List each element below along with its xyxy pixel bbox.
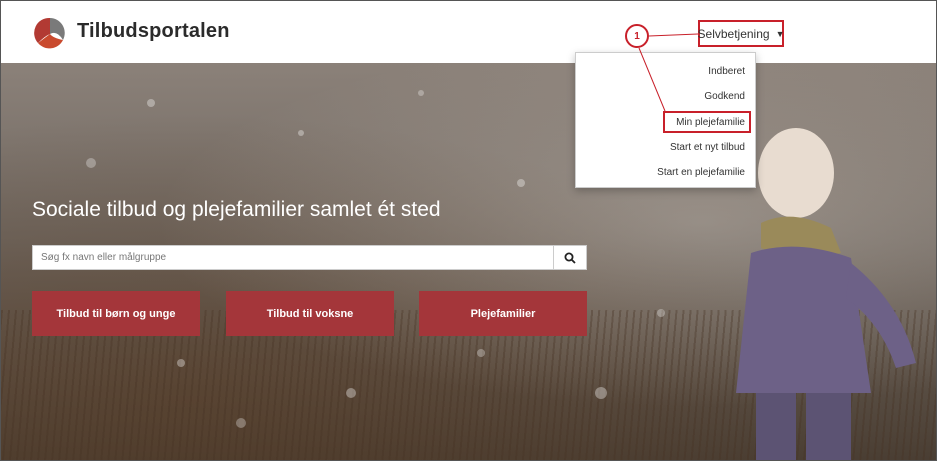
menu-item-godkend[interactable]: Godkend — [704, 91, 745, 102]
search-button[interactable] — [553, 246, 586, 269]
menu-item-start-plejefamilie[interactable]: Start en plejefamilie — [657, 167, 745, 178]
button-plejefamilier[interactable]: Plejefamilier — [419, 291, 587, 336]
button-tilbud-boern-unge[interactable]: Tilbud til børn og unge — [32, 291, 200, 336]
search-bar — [32, 245, 587, 270]
browser-page: Sociale tilbud og plejefamilier samlet é… — [0, 0, 937, 461]
highlight-box-min-plejefamilie — [663, 111, 751, 133]
hero-title: Sociale tilbud og plejefamilier samlet é… — [32, 198, 441, 221]
menu-item-start-nyt-tilbud[interactable]: Start et nyt tilbud — [670, 142, 745, 153]
search-icon — [564, 252, 576, 264]
header: Tilbudsportalen Selvbetjening ▼ — [1, 1, 936, 63]
tilbudsportalen-logo-icon[interactable] — [33, 16, 67, 50]
selvbetjening-button[interactable]: Selvbetjening ▼ — [697, 20, 785, 47]
selvbetjening-label: Selvbetjening — [697, 26, 770, 41]
menu-item-indberet[interactable]: Indberet — [708, 66, 745, 77]
search-input[interactable] — [33, 246, 553, 269]
caret-down-icon: ▼ — [775, 28, 785, 39]
button-tilbud-voksne[interactable]: Tilbud til voksne — [226, 291, 394, 336]
callout-step-badge: 1 — [625, 24, 649, 48]
brand-name[interactable]: Tilbudsportalen — [77, 20, 230, 43]
hero-section: Sociale tilbud og plejefamilier samlet é… — [1, 63, 936, 460]
